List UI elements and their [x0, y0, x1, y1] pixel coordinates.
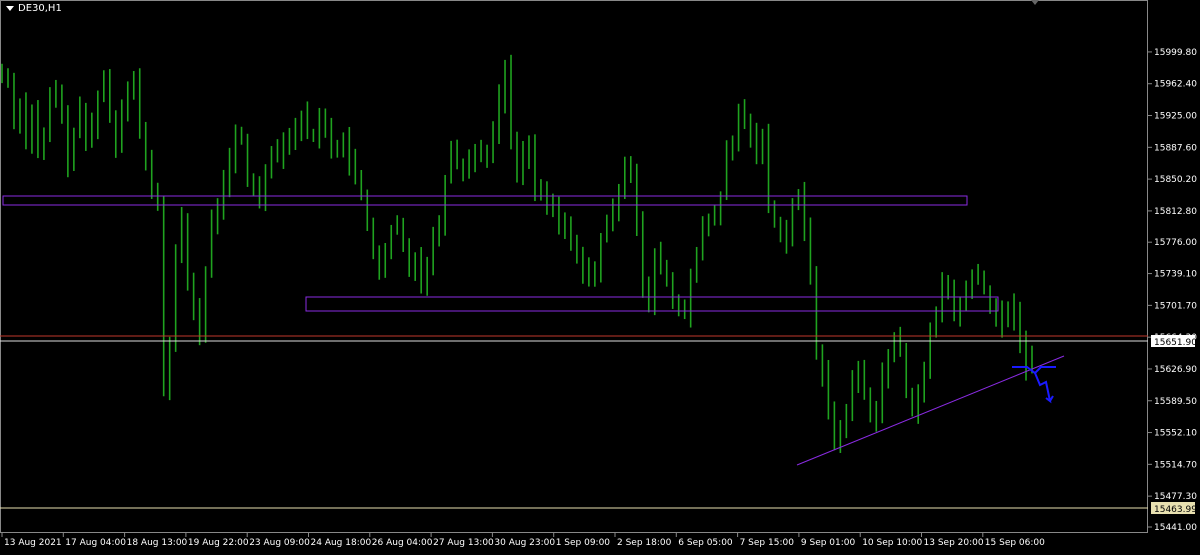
y-tick-label: 15589.50	[1154, 397, 1197, 407]
x-tick-label: 24 Aug 18:00	[311, 538, 372, 548]
x-tick-label: 18 Aug 13:00	[127, 538, 188, 548]
x-tick-label: 19 Aug 22:00	[188, 538, 249, 548]
x-tick-label: 7 Sep 15:00	[740, 538, 795, 548]
x-tick-label: 6 Sep 05:00	[678, 538, 733, 548]
y-tick-label: 15514.70	[1154, 460, 1197, 470]
y-tick-label: 15776.00	[1154, 238, 1197, 248]
x-tick-label: 15 Sep 06:00	[985, 538, 1045, 548]
y-tick-label: 15626.90	[1154, 365, 1197, 375]
x-tick-label: 26 Aug 04:00	[372, 538, 433, 548]
price-chart[interactable]: 15999.80 15962.40 15925.00 15887.60 15850.20…	[0, 0, 1200, 555]
y-tick-label: 15552.10	[1154, 429, 1197, 439]
current-price-label: 15651.90	[1154, 338, 1197, 348]
x-tick-label: 10 Sep 10:00	[862, 538, 922, 548]
x-tick-label: 1 Sep 09:00	[556, 538, 611, 548]
x-tick-label: 17 Aug 04:00	[65, 538, 126, 548]
level-price-label: 15463.99	[1154, 505, 1197, 515]
y-tick-label: 15812.80	[1154, 207, 1197, 217]
x-tick-label: 2 Sep 18:00	[617, 538, 672, 548]
x-tick-label: 30 Aug 23:00	[494, 538, 555, 548]
y-tick-label: 15701.70	[1154, 301, 1197, 311]
time-axis: 13 Aug 2021 17 Aug 04:00 18 Aug 13:00 19 Au…	[1, 533, 1045, 548]
x-tick-label: 13 Sep 20:00	[924, 538, 984, 548]
support-zone-rect[interactable]	[305, 296, 999, 312]
y-tick-label: 15850.20	[1154, 175, 1197, 185]
price-axis: 15999.80 15962.40 15925.00 15887.60 15850.20…	[1148, 48, 1197, 533]
shift-marker-icon[interactable]	[1031, 0, 1039, 5]
y-tick-label: 15477.30	[1154, 492, 1197, 502]
y-tick-label: 15441.00	[1154, 523, 1197, 533]
y-tick-label: 15999.80	[1154, 48, 1197, 58]
y-tick-label: 15739.10	[1154, 270, 1197, 280]
x-tick-label: 27 Aug 13:00	[433, 538, 494, 548]
x-tick-label: 13 Aug 2021	[4, 538, 62, 548]
y-tick-label: 15887.60	[1154, 143, 1197, 153]
y-tick-label: 15962.40	[1154, 80, 1197, 90]
y-tick-label: 15925.00	[1154, 112, 1197, 122]
plot-frame	[0, 0, 1148, 533]
down-arrow-icon[interactable]	[1034, 372, 1054, 404]
x-tick-label: 23 Aug 09:00	[249, 538, 310, 548]
resistance-zone-rect[interactable]	[2, 195, 968, 206]
x-tick-label: 9 Sep 01:00	[801, 538, 856, 548]
price-bars	[1, 54, 1033, 453]
